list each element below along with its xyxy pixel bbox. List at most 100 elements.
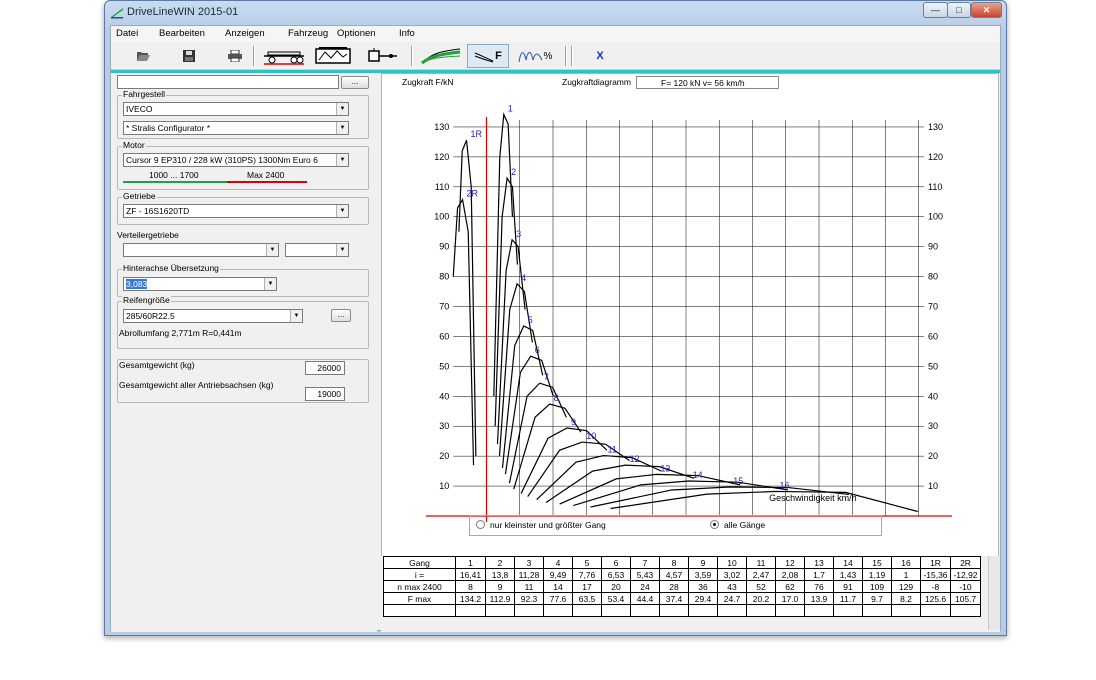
table-cell: 15	[862, 556, 892, 569]
table-cell: 2,08	[775, 568, 805, 581]
table-scrollbar[interactable]	[988, 556, 1000, 630]
gear-curve-13	[559, 473, 741, 505]
vehicle-config-panel: ... Fahrgestell IVECO ▼ * Stralis Configu…	[111, 73, 377, 632]
traction-chart[interactable]: -20-100102030405060708090100110120130140…	[382, 92, 998, 522]
chassis-icon	[264, 51, 304, 65]
table-cell	[455, 604, 486, 617]
table-cell: 24.7	[717, 592, 747, 605]
minimize-button[interactable]: —	[923, 2, 948, 18]
rpm-max-red: Max 2400	[247, 170, 285, 180]
y-tick-label-left: 110	[435, 182, 449, 192]
gearbox-button[interactable]	[361, 44, 401, 68]
y-tick-label-left: 10	[439, 481, 449, 491]
print-button[interactable]	[225, 44, 245, 68]
transfer-ratio-select[interactable]: ▼	[285, 243, 349, 257]
efficiency-button[interactable]: %	[513, 44, 557, 68]
table-row: F max 134.2 112.9 92.3 77.6 63.5 53.4 44.4 37.4 2…	[383, 592, 981, 605]
table-cell: 11	[746, 556, 776, 569]
radio-min-max-gear[interactable]	[476, 520, 485, 529]
table-cell: 17.0	[775, 592, 805, 605]
menu-anzeigen[interactable]: Anzeigen	[225, 28, 265, 39]
force-diagram-button[interactable]: F	[467, 44, 509, 68]
menu-bearbeiten[interactable]: Bearbeiten	[159, 28, 205, 39]
gear-curve-1R	[458, 139, 477, 457]
gear-label-5: 5	[528, 315, 533, 325]
chassis-button[interactable]	[261, 44, 307, 68]
verteiler-label: Verteilergetriebe	[117, 230, 179, 240]
table-header-row: Gang 1 2 3 4 5 6 7 8 9 10 11 12 13 14 15 16 1R 2R	[383, 556, 981, 569]
table-cell: 4,57	[659, 568, 689, 581]
table-cell: 5,43	[630, 568, 660, 581]
make-select[interactable]: IVECO ▼	[123, 102, 349, 116]
table-cell: -15,36	[920, 568, 951, 581]
engine-select[interactable]: Cursor 9 EP310 / 228 kW (310PS) 1300Nm E…	[123, 153, 349, 167]
table-cell	[746, 604, 776, 617]
engine-button[interactable]	[311, 44, 355, 68]
table-cell: 109	[862, 580, 892, 593]
table-cell	[688, 604, 718, 617]
chevron-down-icon: ▼	[266, 244, 278, 256]
y-tick-label-right: 60	[928, 331, 938, 341]
open-button[interactable]	[133, 44, 153, 68]
close-button[interactable]: ✕	[971, 2, 1002, 18]
gear-curve-12	[545, 464, 695, 504]
maximize-button[interactable]: □	[947, 2, 971, 18]
table-cell: 7	[630, 556, 660, 569]
radio-all-gears[interactable]	[710, 520, 719, 529]
table-cell	[717, 604, 747, 617]
table-cell: 11.7	[833, 592, 863, 605]
table-cell: 77.6	[543, 592, 573, 605]
menu-fahrzeug[interactable]: Fahrzeug	[288, 28, 328, 39]
table-cell: 11,28	[514, 568, 544, 581]
save-button[interactable]	[179, 44, 199, 68]
y-tick-label-right: 10	[928, 481, 938, 491]
gear-label-1R: 1R	[471, 129, 483, 139]
table-cell: 1,7	[804, 568, 834, 581]
title-bar[interactable]: DriveLineWIN 2015-01 — □ ✕	[105, 1, 1006, 25]
gear-label-9: 9	[571, 417, 576, 427]
total-weight-input[interactable]: 26000	[305, 361, 345, 375]
chevron-down-icon: ▼	[336, 154, 348, 166]
table-cell: 10	[717, 556, 747, 569]
chevron-down-icon: ▼	[264, 278, 276, 290]
axle-ratio-select[interactable]: 3,083 ▼	[123, 277, 277, 291]
menu-optionen[interactable]: Optionen	[337, 28, 376, 39]
gear-label-12: 12	[629, 454, 639, 464]
table-cell: 129	[891, 580, 921, 593]
transfer-case-select[interactable]: ▼	[123, 243, 279, 257]
y-tick-label-left: 40	[439, 391, 449, 401]
table-cell: 8	[659, 556, 689, 569]
table-cell	[920, 604, 951, 617]
drive-axle-weight-input[interactable]: 19000	[305, 387, 345, 401]
close-diagram-button[interactable]: X	[589, 44, 611, 68]
gear-label-14: 14	[693, 470, 703, 480]
toolbar-separator	[253, 46, 255, 66]
gearbox-select[interactable]: ZF - 16S1620TD ▼	[123, 204, 349, 218]
gear-label-10: 10	[586, 431, 596, 441]
rpm-range-green: 1000 ... 1700	[149, 170, 199, 180]
table-cell: 53.4	[601, 592, 631, 605]
model-select[interactable]: * Stralis Configurator * ▼	[123, 121, 349, 135]
green-range-bar	[123, 181, 227, 183]
traction-curve-button[interactable]	[419, 44, 463, 68]
table-cell: 91	[833, 580, 863, 593]
tyre-browse-button[interactable]: ...	[331, 309, 351, 322]
gear-display-options: nur kleinster und größter Gang alle Gäng…	[469, 515, 882, 536]
fahrgestell-label: Fahrgestell	[122, 89, 167, 99]
gear-label-13: 13	[660, 463, 670, 473]
y-tick-label-right: 50	[928, 361, 938, 371]
table-cell: 6,53	[601, 568, 631, 581]
chart-panel: Zugkraft F/kN Zugkraftdiagramm F= 120 kN…	[381, 73, 999, 562]
menu-datei[interactable]: Datei	[116, 28, 138, 39]
menu-info[interactable]: Info	[399, 28, 415, 39]
tyre-select[interactable]: 285/60R22.5 ▼	[123, 309, 303, 323]
gear-curve-16	[610, 490, 918, 513]
table-cell: 62	[775, 580, 805, 593]
top-browse-button[interactable]: ...	[341, 76, 369, 89]
gear-label-6: 6	[535, 345, 540, 355]
table-cell	[862, 604, 892, 617]
top-input[interactable]	[117, 75, 339, 89]
table-cell	[950, 604, 981, 617]
table-cell: 16,41	[455, 568, 486, 581]
table-cell: 4	[543, 556, 573, 569]
